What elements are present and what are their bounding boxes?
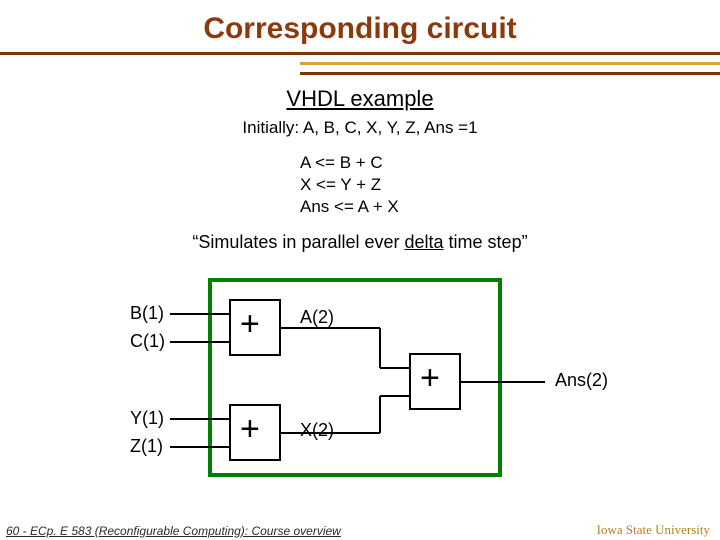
- subtitle: VHDL example: [0, 86, 720, 112]
- footer-right: Iowa State University: [597, 522, 710, 538]
- plus-icon-3: +: [420, 359, 440, 398]
- divider-dark-2: [300, 72, 720, 75]
- label-ans: Ans(2): [555, 370, 608, 391]
- code-line-3: Ans <= A + X: [300, 197, 399, 216]
- label-y: Y(1): [130, 408, 164, 429]
- code-line-1: A <= B + C: [300, 153, 383, 172]
- label-c: C(1): [130, 331, 165, 352]
- label-z: Z(1): [130, 436, 163, 457]
- quote-pre: “Simulates in parallel ever: [192, 232, 404, 252]
- page-title: Corresponding circuit: [0, 0, 720, 46]
- divider-gold: [300, 62, 720, 65]
- footer-left: 60 - ECp. E 583 (Reconfigurable Computin…: [6, 524, 341, 538]
- divider-dark: [0, 52, 720, 55]
- initial-conditions: Initially: A, B, C, X, Y, Z, Ans =1: [0, 118, 720, 138]
- simulate-quote: “Simulates in parallel ever delta time s…: [0, 232, 720, 253]
- plus-icon-2: +: [240, 410, 260, 449]
- code-line-2: X <= Y + Z: [300, 175, 381, 194]
- footer: 60 - ECp. E 583 (Reconfigurable Computin…: [0, 518, 720, 540]
- code-block: A <= B + C X <= Y + Z Ans <= A + X: [300, 152, 399, 218]
- label-a: A(2): [300, 307, 334, 328]
- plus-icon-1: +: [240, 305, 260, 344]
- quote-post: time step”: [444, 232, 528, 252]
- quote-delta: delta: [405, 232, 444, 252]
- label-x: X(2): [300, 420, 334, 441]
- slide: Corresponding circuit VHDL example Initi…: [0, 0, 720, 540]
- label-b: B(1): [130, 303, 164, 324]
- circuit-diagram: + + + B(1) C(1) Y(1) Z(1) A(2) X(2) Ans(…: [130, 270, 660, 490]
